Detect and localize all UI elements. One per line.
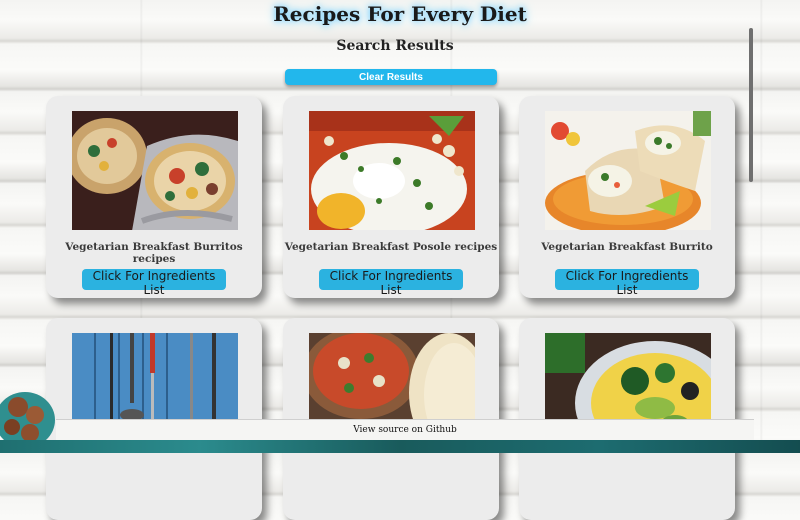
recipe-card: Vegetarian Breakfast Burritos recipes Cl… xyxy=(46,96,262,298)
bottom-image-strip xyxy=(0,440,800,453)
recipe-name: Vegetarian Breakfast Burrito xyxy=(541,241,713,253)
ingredients-button[interactable]: Click For Ingredients List xyxy=(319,269,463,297)
search-results-heading: Search Results xyxy=(336,38,454,54)
recipe-name: Vegetarian Breakfast Posole recipes xyxy=(284,241,498,253)
clear-results-button[interactable]: Clear Results xyxy=(285,69,497,85)
ingredients-button[interactable]: Click For Ingredients List xyxy=(82,269,226,297)
ingredients-button[interactable]: Click For Ingredients List xyxy=(555,269,699,297)
recipe-photo-burrito xyxy=(545,111,711,230)
recipe-name: Vegetarian Breakfast Burritos recipes xyxy=(65,241,243,265)
recipe-card: Vegetarian Breakfast Burrito Click For I… xyxy=(519,96,735,298)
github-source-link[interactable]: View source on Github xyxy=(56,419,754,440)
recipe-photo-posole xyxy=(309,111,475,230)
recipe-photo-burritos xyxy=(72,111,238,230)
page-title: Recipes For Every Diet xyxy=(273,2,527,26)
recipe-card: Vegetarian Breakfast Posole recipes Clic… xyxy=(283,96,499,298)
page-scrollbar[interactable] xyxy=(749,28,753,182)
